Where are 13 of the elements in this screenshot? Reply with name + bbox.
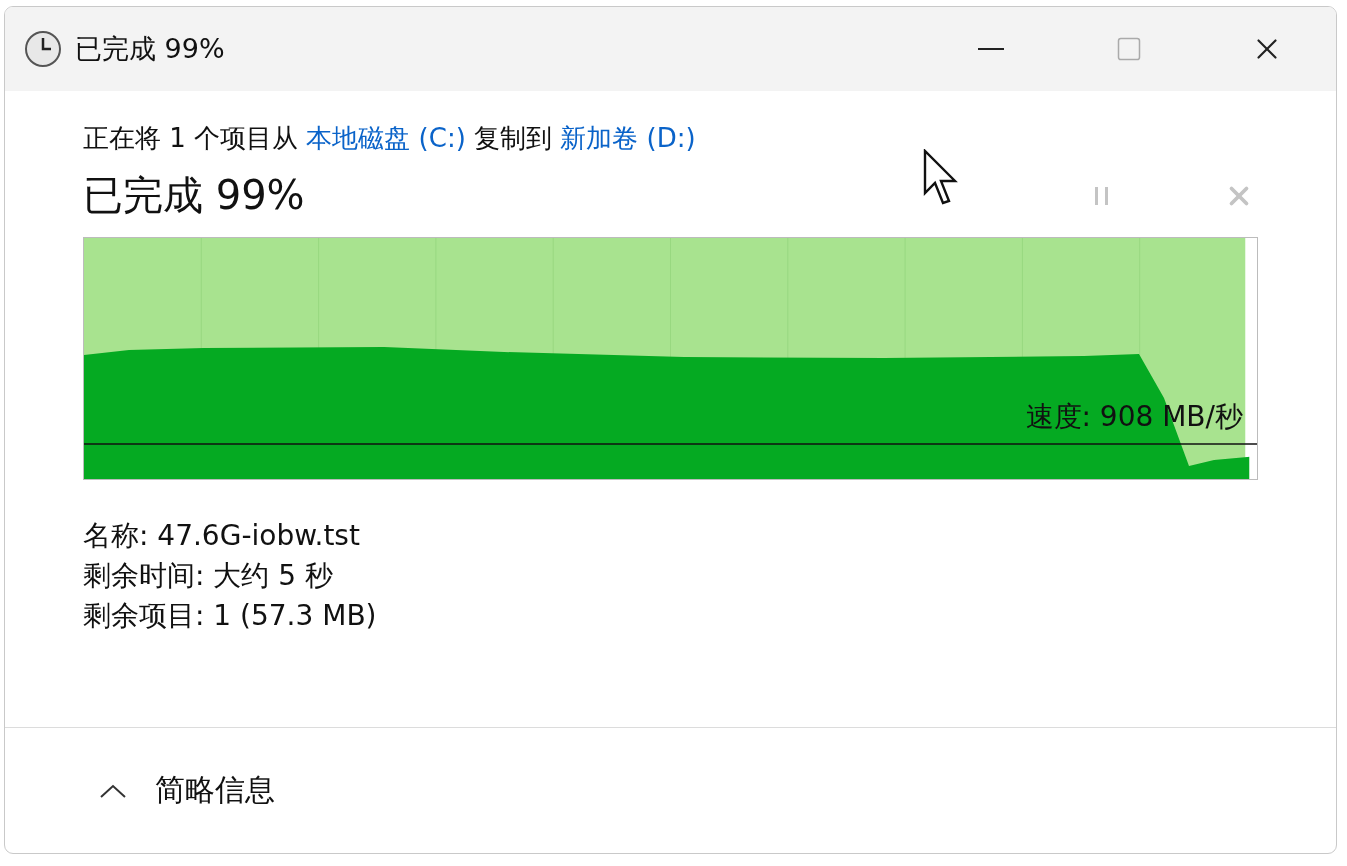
detail-text: 剩余项目: 1 (57.3 MB)	[83, 598, 378, 634]
detail-text: 剩余时间: 大约 5 秒	[83, 558, 334, 594]
caret-icon	[99, 782, 127, 799]
progress-status: 已完成 99%	[83, 171, 305, 220]
minimize-icon	[978, 48, 1004, 50]
clock-icon	[23, 29, 63, 69]
maximize-icon	[1115, 35, 1143, 63]
window-title: 已完成 99%	[75, 32, 226, 66]
drive-link[interactable]: 新加卷 (D:)	[560, 123, 696, 153]
drive-link[interactable]: 本地磁盘 (C:)	[306, 123, 466, 153]
summary-toggle[interactable]: 简略信息	[99, 770, 275, 811]
copy-description: 正在将 1 个项目从 本地磁盘 (C:) 复制到 新加卷 (D:)	[83, 122, 697, 155]
detail-text: 名称: 47.6G-iobw.tst	[83, 518, 361, 554]
